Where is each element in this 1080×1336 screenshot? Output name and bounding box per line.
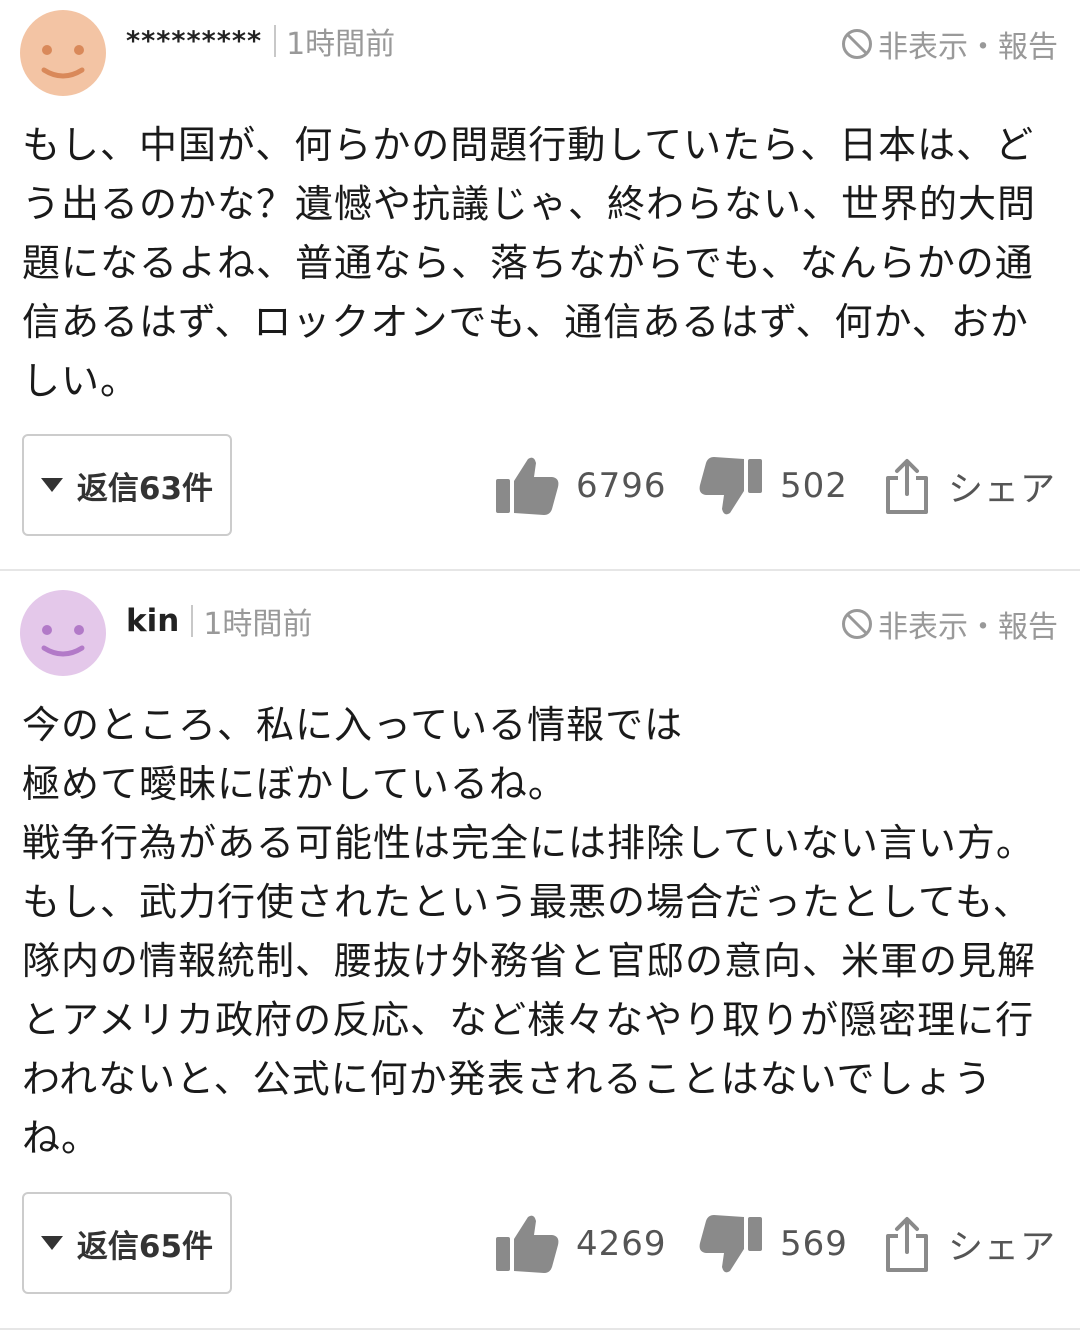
comment-divider xyxy=(0,569,1080,571)
comment-body: 今のところ、私に入っている情報では 極めて曖昧にぼかしているね。 戦争行為がある… xyxy=(22,703,1037,1160)
comment-divider xyxy=(0,1328,1080,1330)
reply-button[interactable]: 返信65件 xyxy=(22,1192,232,1294)
hide-report-link[interactable]: 非表示・報告 xyxy=(840,22,1058,66)
dislike-count: 569 xyxy=(780,1224,848,1264)
hide-report-label: 非表示・報告 xyxy=(878,610,1058,645)
reply-label: 返信65件 xyxy=(76,1228,214,1265)
share-button[interactable]: シェア xyxy=(884,1214,1056,1274)
timestamp: 1時間前 xyxy=(286,27,396,62)
header-separator xyxy=(274,25,277,57)
comment-card: ********* 1時間前 非表示・報告 もし、中国が、何らかの問題行動してい… xyxy=(0,0,1080,570)
reply-label: 返信63件 xyxy=(76,470,214,507)
username[interactable]: kin xyxy=(126,603,179,639)
thumbs-up-icon xyxy=(496,457,559,515)
share-icon xyxy=(886,1217,928,1272)
share-button[interactable]: シェア xyxy=(884,456,1056,516)
like-button[interactable]: 6796 xyxy=(494,455,698,517)
thumbs-up-icon xyxy=(496,1215,559,1273)
comment-actions: 4269 569 シェア xyxy=(494,1204,1064,1284)
share-label: シェア xyxy=(948,1227,1057,1268)
hide-report-link[interactable]: 非表示・報告 xyxy=(840,602,1058,646)
share-label: シェア xyxy=(948,469,1057,510)
dislike-count: 502 xyxy=(780,466,848,506)
thumbs-down-icon xyxy=(699,1215,762,1273)
smiley-face-icon xyxy=(41,45,85,79)
ban-icon xyxy=(842,29,872,59)
dislike-button[interactable]: 569 xyxy=(698,1213,884,1275)
like-count: 4269 xyxy=(576,1224,667,1264)
triangle-down-icon xyxy=(40,478,63,492)
header-separator xyxy=(191,605,194,637)
comment-body: もし、中国が、何らかの問題行動していたら、日本は、どう出るのかな？遺憾や抗議じゃ… xyxy=(22,123,1037,403)
username[interactable]: ********* xyxy=(126,26,262,57)
hide-report-label: 非表示・報告 xyxy=(878,30,1058,65)
like-count: 6796 xyxy=(576,466,667,506)
ban-icon xyxy=(842,609,872,639)
timestamp: 1時間前 xyxy=(203,607,313,642)
triangle-down-icon xyxy=(40,1236,63,1250)
comment-header: ********* 1時間前 xyxy=(126,16,395,66)
comment-actions: 6796 502 シェア xyxy=(494,446,1064,526)
like-button[interactable]: 4269 xyxy=(494,1213,698,1275)
thumbs-down-icon xyxy=(699,457,762,515)
avatar[interactable] xyxy=(20,590,106,676)
comment-card: kin 1時間前 非表示・報告 今のところ、私に入っている情報では 極めて曖昧に… xyxy=(0,572,1080,1328)
dislike-button[interactable]: 502 xyxy=(698,455,884,517)
smiley-face-icon xyxy=(41,625,85,657)
comment-header: kin 1時間前 xyxy=(126,596,312,646)
reply-button[interactable]: 返信63件 xyxy=(22,434,232,536)
share-icon xyxy=(886,459,928,514)
avatar[interactable] xyxy=(20,10,106,96)
